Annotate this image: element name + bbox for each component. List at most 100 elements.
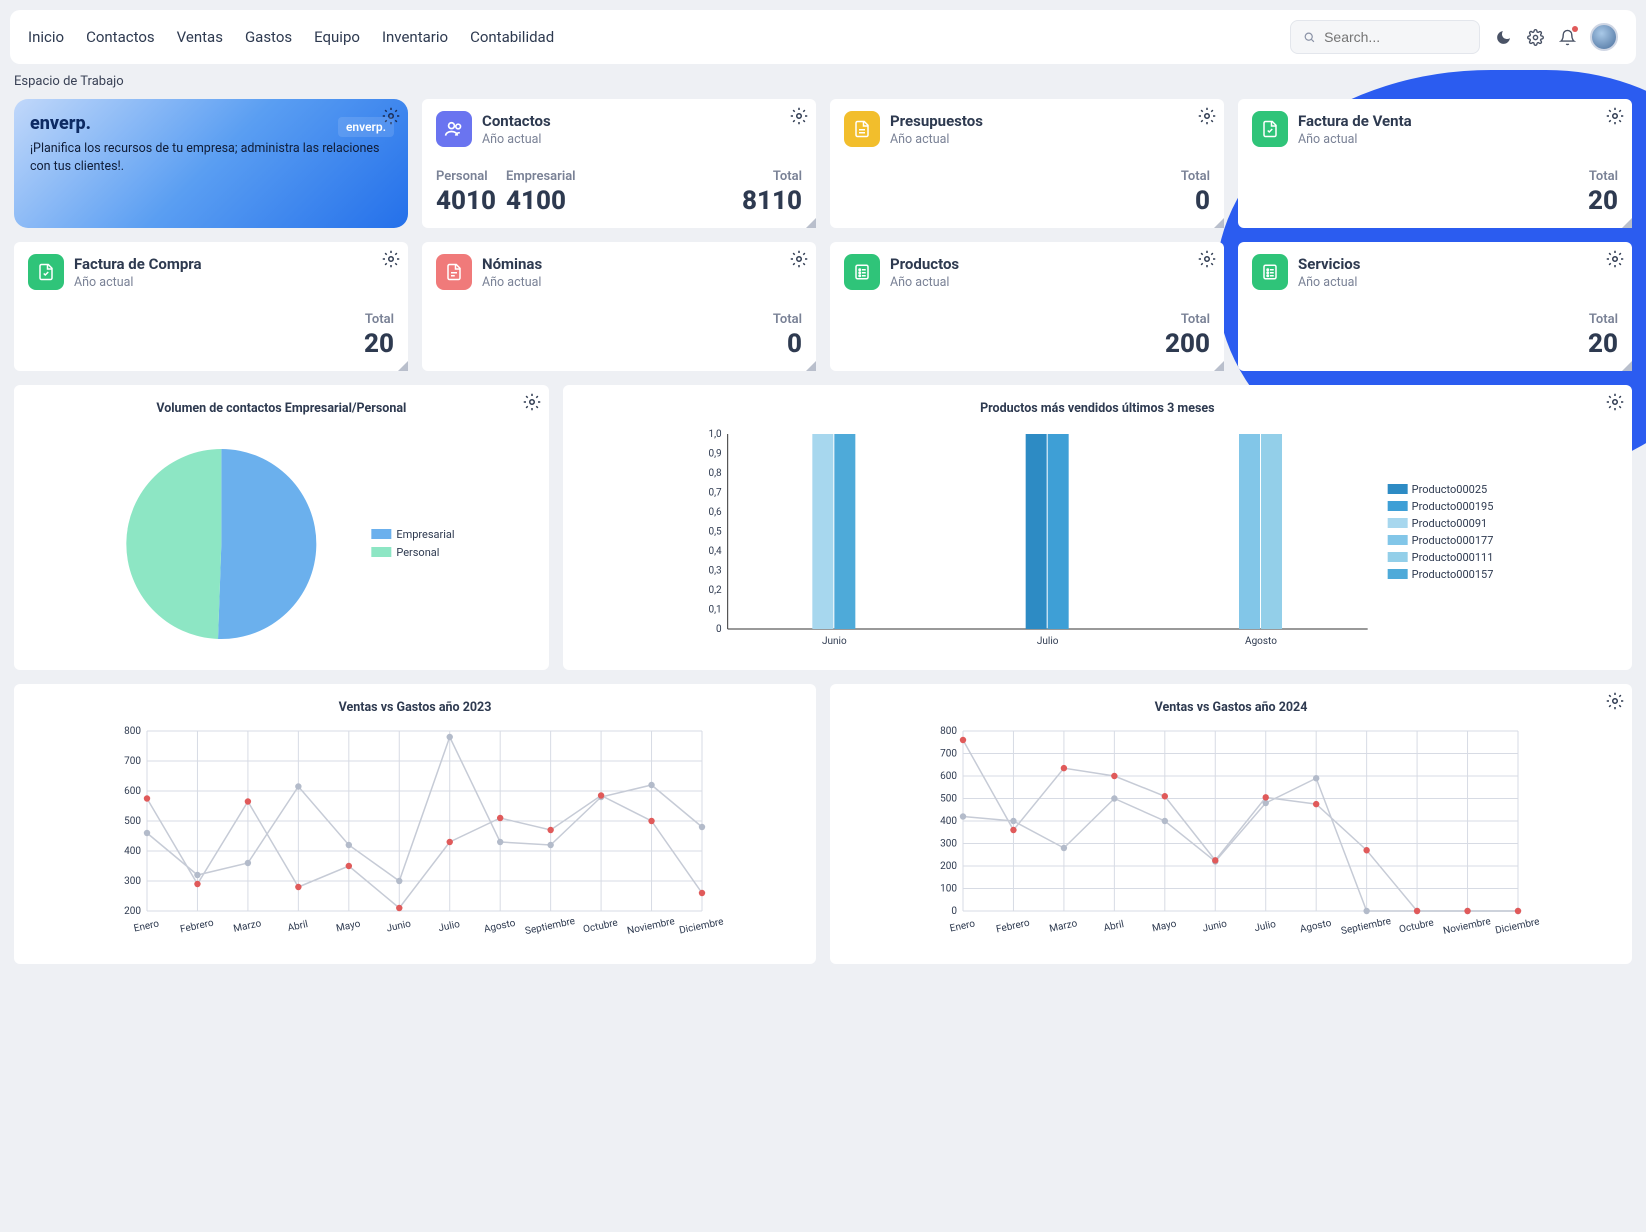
avatar[interactable] xyxy=(1590,23,1618,51)
nav-contabilidad[interactable]: Contabilidad xyxy=(470,28,554,46)
promo-card[interactable]: enverp. enverp. ¡Planifica los recursos … xyxy=(14,99,408,228)
nav-inventario[interactable]: Inventario xyxy=(382,28,448,46)
svg-text:Abril: Abril xyxy=(287,919,309,934)
resize-corner-icon[interactable] xyxy=(806,361,816,371)
stat-value: 20 xyxy=(1588,186,1618,216)
card-gear-icon[interactable] xyxy=(1606,692,1624,710)
svg-text:400: 400 xyxy=(940,816,957,827)
resize-corner-icon[interactable] xyxy=(398,361,408,371)
nav-gastos[interactable]: Gastos xyxy=(245,28,292,46)
svg-text:Julio: Julio xyxy=(1253,919,1277,934)
svg-text:600: 600 xyxy=(940,771,957,782)
card-gear-icon[interactable] xyxy=(1606,250,1624,268)
document-icon xyxy=(844,111,880,147)
svg-text:Producto000177: Producto000177 xyxy=(1411,534,1493,547)
card-sub: Año actual xyxy=(1298,275,1360,290)
svg-text:Julio: Julio xyxy=(1037,636,1059,647)
card-sub: Año actual xyxy=(74,275,202,290)
stat-value: 8110 xyxy=(742,186,802,216)
nav-icons xyxy=(1494,23,1618,51)
chart-title: Productos más vendidos últimos 3 meses xyxy=(577,397,1618,424)
svg-text:400: 400 xyxy=(124,846,141,857)
bell-icon[interactable] xyxy=(1558,28,1576,46)
bar-chart: 00,10,20,30,40,50,60,70,80,91,0JunioJuli… xyxy=(577,424,1618,654)
card-title: Nóminas xyxy=(482,255,542,273)
card-servicios[interactable]: Servicios Año actual Total20 xyxy=(1238,242,1632,371)
gear-icon[interactable] xyxy=(1526,28,1544,46)
svg-text:Marzo: Marzo xyxy=(232,918,262,935)
card-title: Contactos xyxy=(482,112,551,130)
resize-corner-icon[interactable] xyxy=(1214,218,1224,228)
nav-inicio[interactable]: Inicio xyxy=(28,28,64,46)
stat-label: Total xyxy=(364,312,394,327)
svg-text:0,2: 0,2 xyxy=(708,585,722,596)
card-gear-icon[interactable] xyxy=(790,250,808,268)
chart-title: Ventas vs Gastos año 2024 xyxy=(844,696,1618,723)
card-sub: Año actual xyxy=(890,132,983,147)
stat-label: Empresarial xyxy=(506,169,576,184)
svg-text:600: 600 xyxy=(124,786,141,797)
nav-contactos[interactable]: Contactos xyxy=(86,28,155,46)
svg-text:200: 200 xyxy=(940,861,957,872)
card-presupuestos[interactable]: Presupuestos Año actual Total0 xyxy=(830,99,1224,228)
card-nominas[interactable]: Nóminas Año actual Total0 xyxy=(422,242,816,371)
card-gear-icon[interactable] xyxy=(1198,250,1216,268)
svg-text:800: 800 xyxy=(124,726,141,737)
svg-text:Agosto: Agosto xyxy=(1299,918,1333,935)
line-chart-2024: 0100200300400500600700800EneroFebreroMar… xyxy=(844,723,1618,948)
moon-icon[interactable] xyxy=(1494,28,1512,46)
svg-text:500: 500 xyxy=(124,816,141,827)
chart-title: Volumen de contactos Empresarial/Persona… xyxy=(28,397,535,424)
charts-row-1: Volumen de contactos Empresarial/Persona… xyxy=(0,371,1646,684)
svg-text:Junio: Junio xyxy=(822,636,847,647)
card-gear-icon[interactable] xyxy=(1198,107,1216,125)
search-input[interactable] xyxy=(1324,29,1467,45)
svg-text:1,0: 1,0 xyxy=(708,429,722,440)
svg-text:Diciembre: Diciembre xyxy=(1494,917,1540,937)
card-sub: Año actual xyxy=(482,132,551,147)
payroll-icon xyxy=(436,254,472,290)
stat-value: 4010 xyxy=(436,186,496,216)
svg-text:Producto000157: Producto000157 xyxy=(1411,568,1493,581)
resize-corner-icon[interactable] xyxy=(806,218,816,228)
card-gear-icon[interactable] xyxy=(523,393,541,411)
svg-text:Enero: Enero xyxy=(133,918,161,934)
svg-text:700: 700 xyxy=(940,749,957,760)
svg-text:300: 300 xyxy=(940,839,957,850)
svg-text:Agosto: Agosto xyxy=(483,918,517,935)
card-sub: Año actual xyxy=(1298,132,1412,147)
card-title: Factura de Compra xyxy=(74,255,202,273)
card-gear-icon[interactable] xyxy=(382,250,400,268)
nav-ventas[interactable]: Ventas xyxy=(177,28,223,46)
card-factura-venta[interactable]: Factura de Venta Año actual Total20 xyxy=(1238,99,1632,228)
card-productos[interactable]: Productos Año actual Total200 xyxy=(830,242,1224,371)
card-title: Factura de Venta xyxy=(1298,112,1412,130)
card-gear-icon[interactable] xyxy=(790,107,808,125)
resize-corner-icon[interactable] xyxy=(1622,218,1632,228)
promo-badge: enverp. xyxy=(338,117,394,137)
card-contactos[interactable]: Contactos Año actual Personal 4010 Empres… xyxy=(422,99,816,228)
svg-text:300: 300 xyxy=(124,876,141,887)
charts-row-2: Ventas vs Gastos año 2023 20030040050060… xyxy=(0,684,1646,978)
card-factura-compra[interactable]: Factura de Compra Año actual Total20 xyxy=(14,242,408,371)
card-gear-icon[interactable] xyxy=(1606,393,1624,411)
svg-text:500: 500 xyxy=(940,794,957,805)
card-gear-icon[interactable] xyxy=(1606,107,1624,125)
svg-text:0,5: 0,5 xyxy=(708,527,722,538)
svg-text:Octubre: Octubre xyxy=(1398,918,1435,936)
stat-value: 0 xyxy=(1181,186,1210,216)
svg-text:0,1: 0,1 xyxy=(708,605,721,616)
invoice-icon xyxy=(28,254,64,290)
stat-label: Personal xyxy=(436,169,496,184)
card-sub: Año actual xyxy=(482,275,542,290)
svg-text:Julio: Julio xyxy=(437,919,461,934)
search-box[interactable] xyxy=(1290,20,1480,54)
svg-text:Agosto: Agosto xyxy=(1245,636,1277,647)
svg-text:Marzo: Marzo xyxy=(1048,918,1078,935)
nav-equipo[interactable]: Equipo xyxy=(314,28,360,46)
resize-corner-icon[interactable] xyxy=(1622,361,1632,371)
svg-text:Septiembre: Septiembre xyxy=(524,916,576,937)
promo-tagline: ¡Planifica los recursos de tu empresa; a… xyxy=(30,140,392,176)
svg-text:Producto00025: Producto00025 xyxy=(1411,483,1487,496)
resize-corner-icon[interactable] xyxy=(1214,361,1224,371)
